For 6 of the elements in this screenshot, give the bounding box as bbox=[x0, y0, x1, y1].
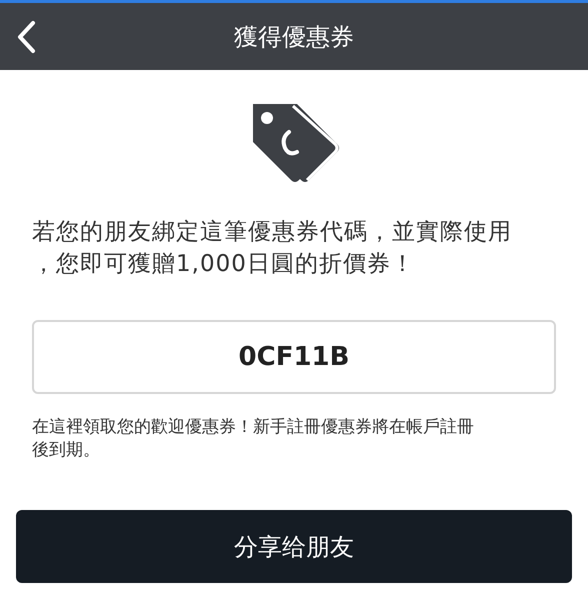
share-button[interactable]: 分享给朋友 bbox=[16, 510, 572, 583]
invite-message: 若您的朋友綁定這筆優惠券代碼，並實際使用，您即可獲贈1,000日圓的折價券！ bbox=[32, 218, 512, 279]
page-title: 獲得優惠券 bbox=[234, 22, 354, 52]
coupon-code-field[interactable]: 0CF11B bbox=[32, 320, 556, 394]
coupon-note: 在這裡領取您的歡迎優惠券！新手註冊優惠券將在帳戶註冊後到期。 bbox=[32, 416, 475, 462]
back-icon bbox=[16, 20, 36, 54]
